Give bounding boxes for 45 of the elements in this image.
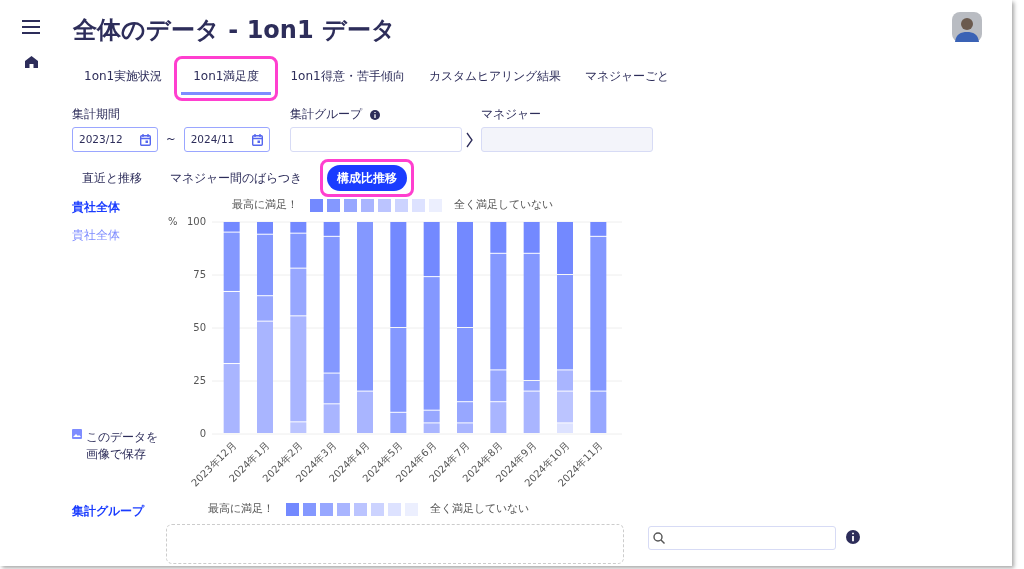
bar-segment xyxy=(323,404,340,434)
axis-tick-label: 100 xyxy=(186,216,206,228)
date-field[interactable]: 2024/11 xyxy=(183,127,270,153)
search-field[interactable] xyxy=(648,526,836,551)
view-button[interactable]: マネジャー間のばらつき xyxy=(160,165,312,192)
bar-segment xyxy=(490,402,507,434)
axis-title: % xyxy=(168,216,178,228)
field-label: マネジャー xyxy=(480,106,542,123)
view-button[interactable]: 直近と推移 xyxy=(72,165,152,192)
field-label: 集計期間 xyxy=(72,106,121,123)
avatar-icon[interactable] xyxy=(952,12,982,42)
section-heading: 集計グループ xyxy=(72,503,146,521)
home-icon[interactable] xyxy=(24,56,38,68)
tab[interactable]: カスタムヒアリング結果 xyxy=(416,61,573,95)
calendar-icon[interactable] xyxy=(140,133,151,146)
image-icon[interactable] xyxy=(72,429,82,440)
calendar-icon[interactable] xyxy=(251,133,263,146)
save-image-link[interactable]: このデータを 画像で保存 xyxy=(86,429,158,463)
info-icon[interactable] xyxy=(846,530,860,545)
range-separator: ~ xyxy=(166,131,176,149)
axis-tick-label: 75 xyxy=(193,269,206,281)
date-field[interactable]: 2023/12 xyxy=(72,127,158,153)
field-label: 集計グループ xyxy=(289,106,362,123)
bar-segment xyxy=(423,423,440,434)
info-icon[interactable] xyxy=(369,109,380,120)
search-icon xyxy=(653,532,665,545)
legend-label: 最高に満足！ xyxy=(208,501,274,517)
view-button[interactable]: 構成比推移 xyxy=(327,165,407,192)
axis-tick-label: 0 xyxy=(199,428,206,440)
page-title: 全体のデータ - 1on1 データ xyxy=(73,15,396,46)
axis-tick-label: 25 xyxy=(193,375,206,387)
menu-icon[interactable] xyxy=(22,20,40,34)
legend-label: 全く満足していない xyxy=(430,501,529,517)
tab[interactable]: 1on1実施状況 xyxy=(72,61,175,95)
tab[interactable]: 1on1得意・苦手傾向 xyxy=(278,61,417,95)
tab[interactable]: マネジャーごと xyxy=(572,61,681,95)
legend-label: 最高に満足！ xyxy=(232,197,298,213)
tab[interactable]: 1on1満足度 xyxy=(181,61,272,95)
group-field[interactable] xyxy=(289,127,462,153)
bar-segment xyxy=(223,364,240,434)
section-heading: 貴社全体 xyxy=(72,199,121,217)
legend-label: 全く満足していない xyxy=(454,197,553,213)
axis-tick-label: 50 xyxy=(193,322,206,334)
bar-segment xyxy=(223,292,240,364)
chevron-right-icon[interactable] xyxy=(465,131,473,148)
